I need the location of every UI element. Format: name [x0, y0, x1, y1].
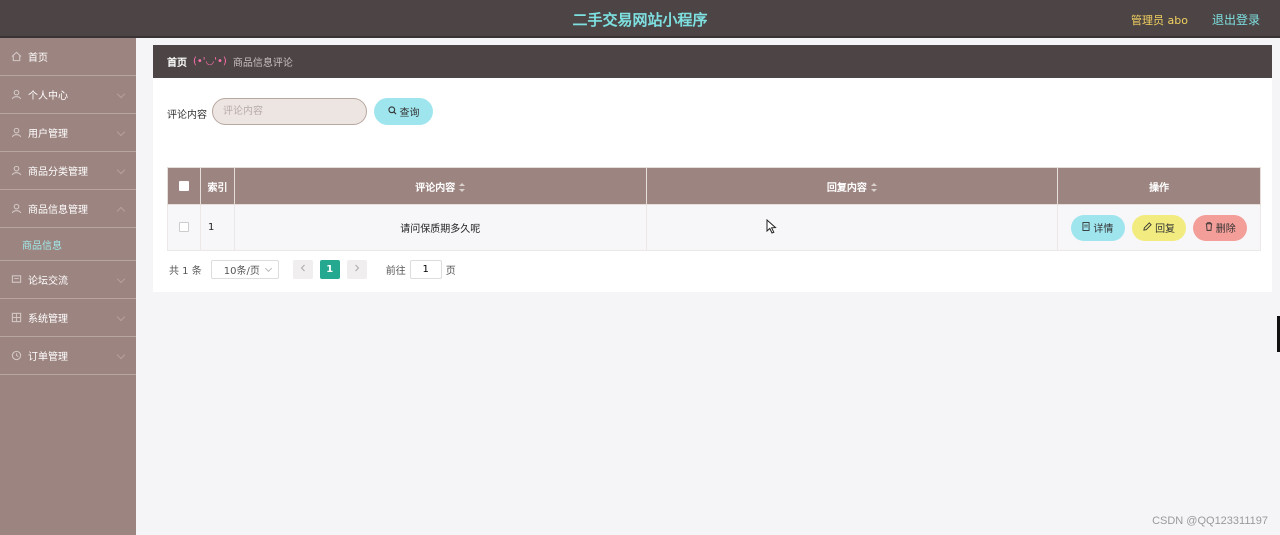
chevron-down-icon — [116, 312, 126, 322]
sidebar-item-label: 用户管理 — [28, 129, 68, 140]
total-count: 共 1 条 — [169, 266, 202, 277]
watermark: CSDN @QQ123311197 — [1152, 515, 1268, 527]
sidebar-item-goods-management[interactable]: 商品信息管理 — [0, 190, 136, 228]
row-index: 1 — [199, 204, 235, 251]
column-header-label: 回复内容 — [826, 182, 867, 194]
breadcrumb-separator: (•'◡'•) — [193, 56, 227, 67]
table-header-row: 索引 评论内容 回复内容 操作 — [167, 167, 1261, 205]
breadcrumb: 首页 (•'◡'•) 商品信息评论 — [153, 45, 1272, 78]
search-input[interactable] — [212, 98, 367, 125]
home-icon — [10, 51, 22, 63]
user-icon — [10, 89, 22, 101]
detail-button[interactable]: 详情 — [1070, 214, 1125, 241]
sidebar-item-category-management[interactable]: 商品分类管理 — [0, 152, 136, 190]
goods-icon — [10, 203, 22, 215]
pagination: 共 1 条 10条/页 1 前往 页 — [169, 260, 456, 279]
column-header-comment[interactable]: 评论内容 — [233, 167, 647, 205]
chevron-down-icon — [116, 89, 126, 99]
chevron-left-icon — [300, 264, 306, 275]
category-icon — [10, 165, 22, 177]
reply-button[interactable]: 回复 — [1132, 214, 1187, 241]
mouse-cursor-icon — [766, 218, 777, 237]
next-page-button[interactable] — [346, 260, 367, 279]
detail-button-label: 详情 — [1093, 224, 1114, 235]
sidebar-item-label: 论坛交流 — [28, 276, 68, 287]
chevron-down-icon — [116, 165, 126, 175]
chevron-down-icon — [116, 127, 126, 137]
reply-button-label: 回复 — [1155, 224, 1176, 235]
page-size-value: 10条/页 — [223, 266, 260, 277]
column-header-reply[interactable]: 回复内容 — [645, 167, 1059, 205]
sidebar-item-label: 订单管理 — [28, 352, 68, 363]
sidebar: 首页 个人中心 用户管理 商品分类管理 商品信息管理 商品信息 论坛交流 系统管… — [0, 38, 136, 535]
current-user: 管理员 abo — [1131, 14, 1188, 27]
chevron-right-icon — [354, 264, 360, 275]
sidebar-item-system[interactable]: 系统管理 — [0, 299, 136, 337]
chevron-down-icon — [264, 264, 272, 273]
goto-label: 前往 — [385, 266, 406, 277]
sort-icon[interactable] — [870, 183, 877, 192]
row-comment: 请问保质期多久呢 — [233, 204, 647, 251]
top-header: 二手交易网站小程序 管理员 abo 退出登录 — [0, 0, 1280, 38]
column-header-index: 索引 — [199, 167, 235, 205]
column-header-ops: 操作 — [1057, 167, 1261, 205]
content-panel: 评论内容 查询 索引 评论内容 回复内容 操作 — [153, 78, 1272, 292]
users-icon — [10, 127, 22, 139]
sidebar-item-forum[interactable]: 论坛交流 — [0, 261, 136, 299]
table-row: 1 请问保质期多久呢 详情 回复 删除 — [167, 204, 1261, 251]
sidebar-item-label: 商品信息管理 — [28, 205, 88, 216]
search-label: 评论内容 — [167, 110, 207, 121]
breadcrumb-home[interactable]: 首页 — [167, 54, 187, 69]
column-header-label: 评论内容 — [415, 182, 456, 194]
delete-button[interactable]: 删除 — [1193, 214, 1248, 241]
breadcrumb-current: 商品信息评论 — [232, 58, 293, 69]
search-button[interactable]: 查询 — [374, 98, 433, 125]
row-actions: 详情 回复 删除 — [1057, 204, 1261, 251]
sidebar-item-label: 个人中心 — [28, 91, 68, 102]
row-checkbox[interactable] — [178, 222, 189, 232]
settings-icon — [10, 312, 22, 324]
goto-suffix: 页 — [445, 266, 456, 277]
select-all-checkbox[interactable] — [178, 180, 189, 191]
app-title: 二手交易网站小程序 — [572, 11, 708, 29]
sidebar-subitem-goods-info[interactable]: 商品信息 — [0, 228, 136, 261]
sort-icon[interactable] — [459, 183, 466, 192]
trash-icon — [1205, 221, 1213, 234]
sidebar-item-label: 商品分类管理 — [28, 167, 88, 178]
edit-icon — [1143, 221, 1152, 234]
sidebar-item-profile[interactable]: 个人中心 — [0, 76, 136, 114]
forum-icon — [10, 274, 22, 286]
sidebar-item-orders[interactable]: 订单管理 — [0, 337, 136, 375]
goto-page-input[interactable] — [409, 260, 442, 279]
row-select-cell — [167, 204, 201, 251]
sidebar-item-label: 系统管理 — [28, 314, 68, 325]
prev-page-button[interactable] — [292, 260, 313, 279]
page-number-current[interactable]: 1 — [319, 260, 340, 279]
order-icon — [10, 350, 22, 362]
comments-table: 索引 评论内容 回复内容 操作 1 请问保质期多久呢 详情 回复 删除 — [167, 167, 1261, 251]
search-button-label: 查询 — [399, 108, 420, 119]
sidebar-item-home[interactable]: 首页 — [0, 38, 136, 76]
search-icon — [387, 105, 397, 118]
sidebar-item-label: 首页 — [28, 53, 48, 64]
chevron-down-icon — [116, 274, 126, 284]
chevron-up-icon — [116, 206, 126, 216]
logout-link[interactable]: 退出登录 — [1212, 11, 1260, 28]
delete-button-label: 删除 — [1215, 224, 1236, 235]
row-reply — [645, 204, 1059, 251]
document-icon — [1082, 221, 1090, 234]
sidebar-item-user-management[interactable]: 用户管理 — [0, 114, 136, 152]
chevron-down-icon — [116, 350, 126, 360]
page-size-select[interactable]: 10条/页 — [210, 260, 279, 279]
select-all-header — [167, 167, 201, 205]
